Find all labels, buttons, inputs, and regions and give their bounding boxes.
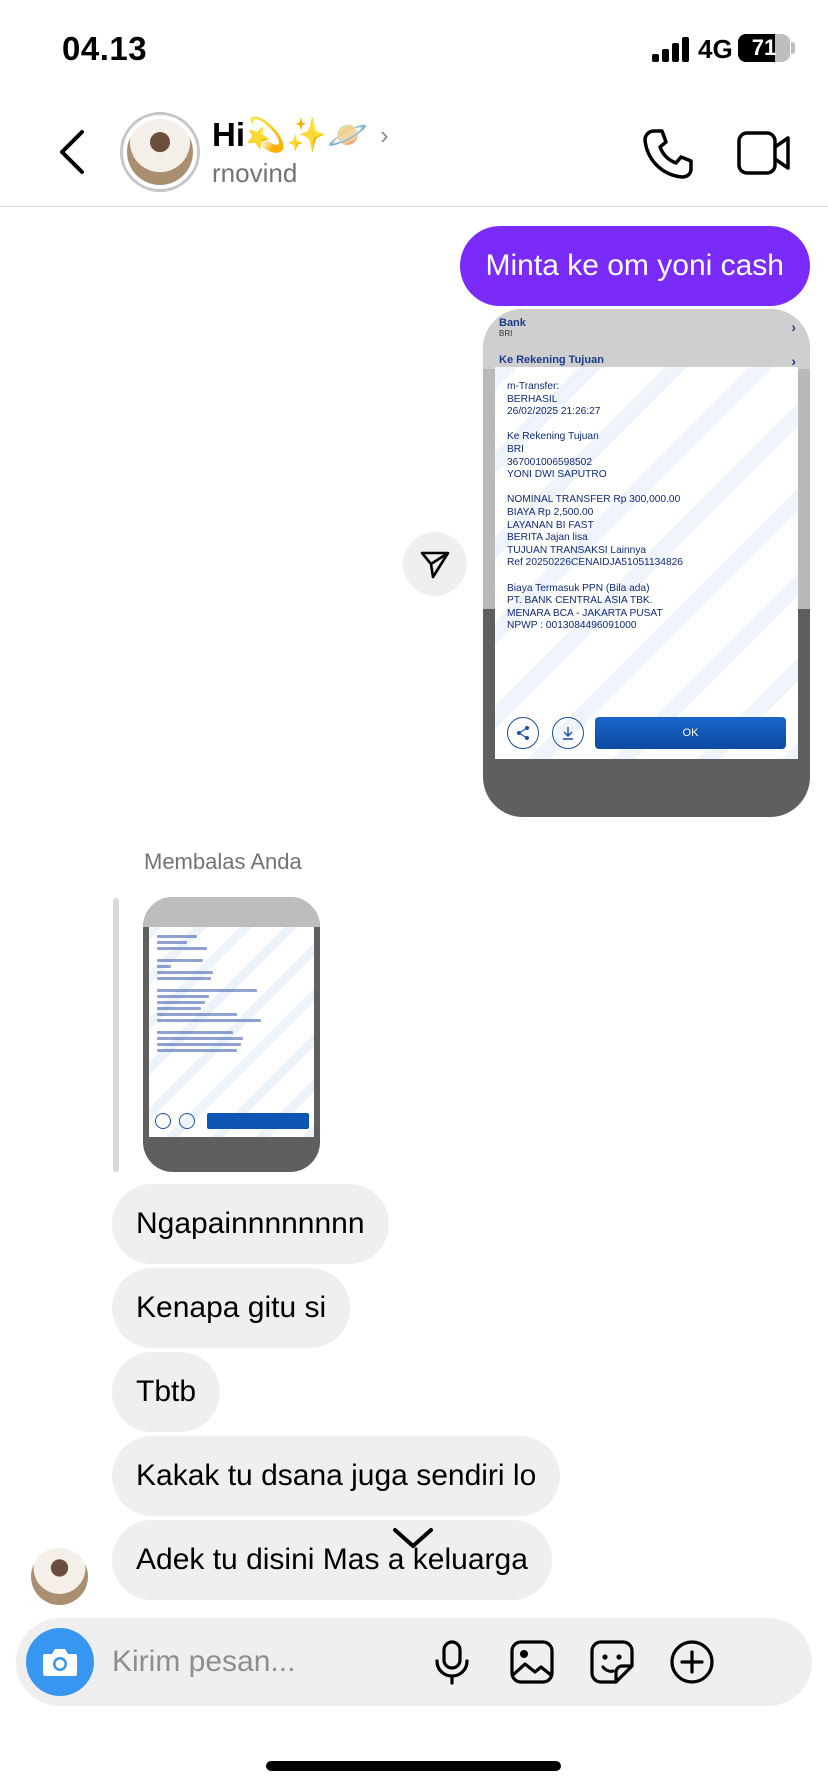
- thumbnail-text-line: [157, 965, 171, 968]
- sender-avatar[interactable]: [31, 1548, 88, 1605]
- thumbnail-text-line: [157, 971, 213, 974]
- thumbnail-text-line: [157, 935, 197, 938]
- thumbnail-text-line: [157, 1043, 241, 1046]
- paper-plane-icon: [420, 551, 450, 579]
- reply-label: Membalas Anda: [144, 849, 302, 874]
- chevron-right-icon: ›: [791, 319, 796, 335]
- chat-header: Hi💫✨🪐 › rnovind: [0, 100, 828, 207]
- thumbnail-text-line: [157, 959, 203, 962]
- thumbnail-text-line: [157, 1049, 237, 1052]
- received-message-bubble[interactable]: Kakak tu dsana juga sendiri lo: [112, 1436, 561, 1516]
- replied-image-thumbnail[interactable]: [143, 897, 320, 1172]
- video-call-button[interactable]: [736, 128, 792, 178]
- receipt-ok-button: OK: [595, 717, 786, 749]
- gallery-button[interactable]: [508, 1638, 556, 1686]
- receipt-line: Ke Rekening Tujuan: [507, 431, 599, 443]
- chevron-down-icon: [393, 1528, 433, 1548]
- sent-image-transfer-receipt[interactable]: Bank BRI › Ke Rekening Tujuan › m-Transfe…: [483, 309, 810, 817]
- forward-button[interactable]: [403, 532, 467, 596]
- receipt-rekening-label: Ke Rekening Tujuan: [499, 354, 604, 366]
- receipt-line: NOMINAL TRANSFER Rp 300,000.00: [507, 494, 681, 506]
- thumbnail-text-line: [157, 995, 209, 998]
- receipt-app-topbar: Bank BRI › Ke Rekening Tujuan ›: [483, 309, 810, 369]
- message-composer: [16, 1618, 812, 1706]
- battery-icon: 71: [738, 34, 790, 62]
- receipt-line: BRI: [507, 443, 524, 455]
- scroll-to-bottom-button[interactable]: [387, 1516, 439, 1560]
- receipt-line: m-Transfer:: [507, 381, 560, 392]
- contact-name[interactable]: Hi💫✨🪐: [212, 116, 368, 155]
- receipt-line: [507, 419, 683, 432]
- plus-circle-icon: [670, 1640, 714, 1684]
- receipt-line: BERITA Jajan lisa: [507, 532, 588, 544]
- thumbnail-text-line: [157, 989, 257, 992]
- chevron-right-icon[interactable]: ›: [380, 120, 389, 151]
- sticker-icon: [590, 1640, 634, 1684]
- receipt-line: BERHASIL: [507, 393, 558, 405]
- sticker-button[interactable]: [588, 1638, 636, 1686]
- thumbnail-text-line: [157, 947, 207, 950]
- thumbnail-dialog: [149, 927, 314, 1137]
- receipt-line: [507, 482, 683, 495]
- contact-avatar[interactable]: [120, 112, 200, 192]
- receipt-dialog: m-Transfer: BERHASIL 26/02/2025 21:26:27 Ke…: [495, 367, 798, 759]
- call-button[interactable]: [640, 126, 696, 182]
- receipt-line: 367001006598502: [507, 456, 592, 468]
- receipt-line: PT. BANK CENTRAL ASIA TBK.: [507, 595, 653, 607]
- battery-cap: [791, 42, 795, 54]
- avatar-image: [127, 119, 193, 185]
- receipt-line: Ref 20250226CENAIDJA51051134826: [507, 557, 683, 569]
- thumbnail-topbar: [143, 897, 320, 927]
- thumbnail-download-icon: [179, 1113, 195, 1129]
- thumbnail-text-line: [157, 977, 211, 980]
- receipt-bank-label: Bank BRI: [499, 317, 526, 338]
- video-camera-icon: [737, 131, 790, 175]
- contact-username[interactable]: rnovind: [212, 158, 297, 189]
- chevron-left-icon: [60, 130, 84, 174]
- thumbnail-text-line: [157, 941, 187, 944]
- receipt-line: NPWP : 0013084496091000: [507, 620, 637, 632]
- status-time: 04.13: [62, 30, 148, 67]
- receipt-line: BIAYA Rp 2,500.00: [507, 506, 594, 518]
- camera-icon: [43, 1649, 77, 1676]
- share-icon: [507, 717, 539, 749]
- receipt-line: [507, 570, 683, 583]
- thumbnail-share-icon: [155, 1113, 171, 1129]
- thumbnail-ok-button: [207, 1113, 309, 1129]
- receipt-line: 26/02/2025 21:26:27: [507, 406, 601, 418]
- back-button[interactable]: [50, 124, 94, 180]
- receipt-line: TUJUAN TRANSAKSI Lainnya: [507, 544, 647, 556]
- battery-percent: 71: [751, 35, 777, 60]
- home-indicator: [266, 1761, 561, 1771]
- download-icon: [552, 717, 584, 749]
- reply-indicator-bar: [113, 898, 119, 1172]
- received-message-bubble[interactable]: Tbtb: [112, 1352, 221, 1432]
- receipt-line: MENARA BCA - JAKARTA PUSAT: [507, 607, 663, 619]
- more-options-button[interactable]: [668, 1638, 716, 1686]
- receipt-line: YONI DWI SAPUTRO: [507, 469, 607, 481]
- image-icon: [510, 1640, 554, 1684]
- microphone-icon: [435, 1640, 469, 1685]
- message-input[interactable]: [112, 1640, 472, 1684]
- camera-button[interactable]: [26, 1628, 94, 1696]
- receipt-line: Biaya Termasuk PPN (Bila ada): [507, 582, 650, 594]
- received-message-bubble[interactable]: Kenapa gitu si: [112, 1268, 351, 1348]
- phone-icon: [643, 129, 693, 179]
- thumbnail-text-line: [157, 1031, 233, 1034]
- received-message-bubble[interactable]: Ngapainnnnnnnn: [112, 1184, 389, 1264]
- thumbnail-text-line: [157, 1037, 243, 1040]
- network-type: 4G: [698, 34, 733, 64]
- received-message-bubble[interactable]: Adek tu disini Mas a keluarga: [112, 1520, 552, 1600]
- receipt-line: LAYANAN BI FAST: [507, 519, 594, 531]
- microphone-button[interactable]: [428, 1638, 476, 1686]
- thumbnail-text-line: [157, 1001, 205, 1004]
- cellular-signal-icon: [652, 36, 690, 62]
- thumbnail-text-line: [157, 1013, 237, 1016]
- thumbnail-text-line: [157, 1019, 261, 1022]
- sent-message-bubble[interactable]: Minta ke om yoni cash: [459, 226, 810, 306]
- thumbnail-text-line: [157, 1007, 201, 1010]
- status-bar: 04.13 4G 71: [0, 0, 828, 100]
- receipt-text: m-Transfer: BERHASIL 26/02/2025 21:26:27 Ke…: [507, 381, 683, 633]
